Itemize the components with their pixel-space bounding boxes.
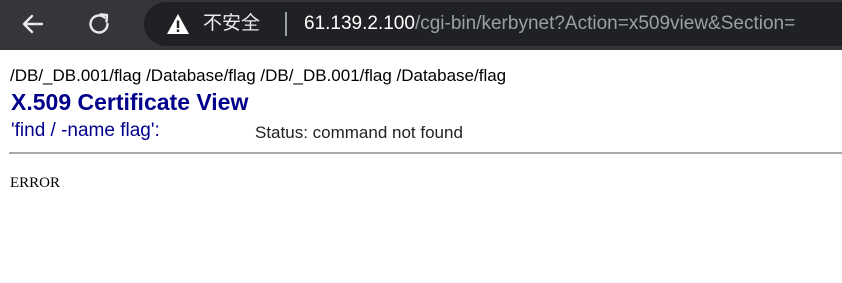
page-title: X.509 Certificate View <box>11 89 249 115</box>
divider-rule <box>9 152 842 154</box>
error-message: ERROR <box>10 175 61 191</box>
warning-triangle-icon[interactable] <box>166 12 190 36</box>
reload-button[interactable] <box>84 9 114 39</box>
security-status-label[interactable]: 不安全 <box>203 13 260 35</box>
url-path: /cgi-bin/kerbynet?Action=x509view&Sectio… <box>414 13 796 34</box>
url-text[interactable]: 61.139.2.100/cgi-bin/kerbynet?Action=x50… <box>304 13 795 35</box>
arrow-left-icon <box>22 14 44 34</box>
back-button[interactable] <box>18 9 48 39</box>
status-text: Status: command not found <box>255 123 463 142</box>
flag-path-output: /DB/_DB.001/flag /Database/flag /DB/_DB.… <box>10 66 507 85</box>
page-content: /DB/_DB.001/flag /Database/flag /DB/_DB.… <box>0 50 842 283</box>
omnibox-divider <box>285 12 287 36</box>
reload-icon <box>89 13 109 34</box>
url-host: 61.139.2.100 <box>304 13 415 34</box>
browser-toolbar: 不安全 61.139.2.100/cgi-bin/kerbynet?Action… <box>0 0 842 50</box>
address-bar[interactable]: 不安全 61.139.2.100/cgi-bin/kerbynet?Action… <box>144 2 842 46</box>
command-label: 'find / -name flag': <box>11 120 160 141</box>
